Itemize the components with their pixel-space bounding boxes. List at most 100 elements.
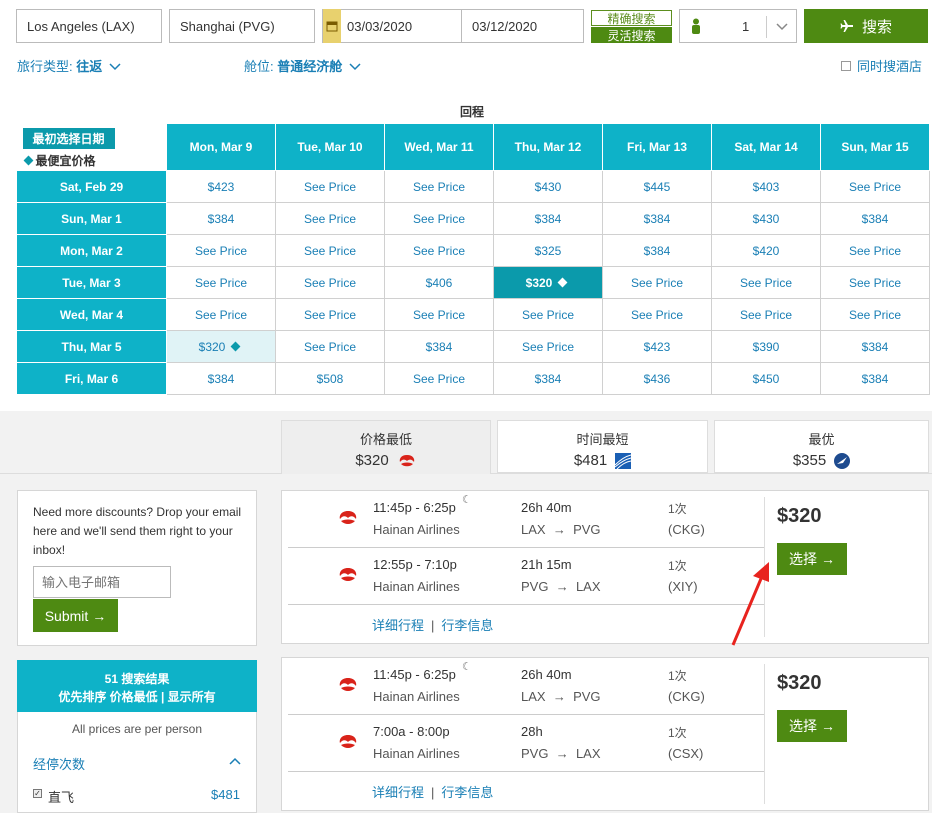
- matrix-price-cell[interactable]: $384: [166, 362, 276, 395]
- matrix-price-cell[interactable]: $403: [711, 170, 821, 203]
- return-date-input[interactable]: 03/12/2020: [462, 9, 584, 43]
- matrix-price-cell[interactable]: See Price: [384, 298, 494, 331]
- itinerary-details-link[interactable]: 详细行程: [372, 618, 424, 633]
- matrix-price-cell[interactable]: $384: [820, 362, 930, 395]
- destination-input[interactable]: Shanghai (PVG): [169, 9, 315, 43]
- matrix-price-cell[interactable]: See Price: [275, 266, 385, 299]
- matrix-price-cell[interactable]: $320: [166, 330, 276, 363]
- matrix-price-cell[interactable]: $384: [820, 202, 930, 235]
- results-sort-info[interactable]: 优先排序 价格最低 | 显示所有: [17, 688, 257, 706]
- matrix-price-cell[interactable]: $423: [166, 170, 276, 203]
- matrix-price-cell[interactable]: $420: [711, 234, 821, 267]
- trip-type-dropdown[interactable]: 旅行类型: 往返: [17, 56, 121, 75]
- matrix-price-cell[interactable]: $384: [493, 202, 603, 235]
- itinerary-details-link[interactable]: 详细行程: [372, 785, 424, 800]
- sort-tab-best[interactable]: 最优 $355: [714, 420, 929, 473]
- matrix-price-cell[interactable]: $430: [711, 202, 821, 235]
- flight-route: PVG → LAX: [521, 579, 601, 594]
- matrix-price-cell[interactable]: See Price: [275, 170, 385, 203]
- matrix-price-text: See Price: [303, 275, 357, 290]
- nonstop-checkbox[interactable]: ✓: [33, 789, 42, 798]
- matrix-price-cell[interactable]: See Price: [820, 234, 930, 267]
- cabin-dropdown[interactable]: 舱位: 普通经济舱: [244, 56, 361, 75]
- matrix-price-cell[interactable]: $384: [602, 234, 712, 267]
- matrix-price-cell[interactable]: See Price: [275, 298, 385, 331]
- flexible-search-button[interactable]: 灵活搜索: [591, 27, 672, 43]
- submit-label: Submit: [44, 607, 89, 624]
- sort-tab-title: 价格最低: [359, 432, 412, 447]
- matrix-price-text: See Price: [630, 307, 684, 322]
- matrix-price-text: See Price: [303, 211, 357, 226]
- filter-panel: All prices are per person 经停次数 ✓ 直飞 $481: [17, 712, 257, 813]
- matrix-price-cell[interactable]: See Price: [711, 266, 821, 299]
- passenger-select[interactable]: 1: [679, 9, 797, 43]
- hotel-checkbox-row[interactable]: 同时搜酒店: [841, 56, 922, 75]
- arrow-right-icon: →: [821, 551, 835, 567]
- matrix-price-cell[interactable]: See Price: [384, 202, 494, 235]
- submit-button[interactable]: Submit →: [33, 599, 118, 632]
- matrix-price-cell[interactable]: See Price: [602, 298, 712, 331]
- stop-count: 1次: [668, 559, 687, 573]
- matrix-price-cell[interactable]: See Price: [275, 234, 385, 267]
- matrix-price-cell[interactable]: $384: [820, 330, 930, 363]
- matrix-price-text: See Price: [848, 243, 902, 258]
- matrix-price-cell[interactable]: See Price: [166, 266, 276, 299]
- exact-search-button[interactable]: 精确搜索: [591, 10, 672, 26]
- matrix-price-cell[interactable]: $384: [602, 202, 712, 235]
- matrix-price-cell[interactable]: $450: [711, 362, 821, 395]
- matrix-price-cell[interactable]: $445: [602, 170, 712, 203]
- matrix-price-cell[interactable]: See Price: [820, 266, 930, 299]
- depart-date-input[interactable]: 03/03/2020: [322, 9, 462, 43]
- results-count: 51 搜索结果: [104, 672, 170, 686]
- matrix-price-cell[interactable]: See Price: [166, 298, 276, 331]
- select-flight-button[interactable]: 选择 →: [777, 710, 847, 742]
- sort-tab-cheapest[interactable]: 价格最低 $320: [281, 420, 491, 474]
- baggage-info-link[interactable]: 行李信息: [441, 785, 493, 800]
- matrix-price-cell[interactable]: $384: [166, 202, 276, 235]
- matrix-price-cell[interactable]: See Price: [602, 266, 712, 299]
- matrix-price-cell[interactable]: $406: [384, 266, 494, 299]
- matrix-price-cell[interactable]: See Price: [820, 170, 930, 203]
- chevron-up-icon[interactable]: [229, 757, 241, 765]
- sort-tab-fastest[interactable]: 时间最短 $481: [497, 420, 708, 473]
- matrix-price-text: See Price: [739, 275, 793, 290]
- baggage-info-link[interactable]: 行李信息: [441, 618, 493, 633]
- matrix-price-cell[interactable]: $325: [493, 234, 603, 267]
- matrix-price-cell[interactable]: $390: [711, 330, 821, 363]
- sort-tab-title: 最优: [808, 432, 835, 447]
- select-flight-button[interactable]: 选择 →: [777, 543, 847, 575]
- matrix-price-text: See Price: [412, 307, 466, 322]
- stop-airport: (CSX): [668, 746, 704, 761]
- matrix-price-cell[interactable]: See Price: [275, 330, 385, 363]
- matrix-price-cell[interactable]: $423: [602, 330, 712, 363]
- matrix-price-cell[interactable]: See Price: [493, 298, 603, 331]
- legend-selected-date: 最初选择日期: [22, 127, 115, 149]
- matrix-price-cell[interactable]: $436: [602, 362, 712, 395]
- flight-leg: 11:45p - 6:25p ☾ Hainan Airlines 26h 40m LAX…: [282, 491, 758, 548]
- matrix-price-text: See Price: [303, 339, 357, 354]
- matrix-price-cell[interactable]: See Price: [275, 202, 385, 235]
- email-input[interactable]: [33, 566, 171, 598]
- hotel-checkbox[interactable]: [841, 60, 851, 71]
- matrix-price-cell[interactable]: See Price: [166, 234, 276, 267]
- person-icon: [690, 18, 702, 34]
- matrix-price-cell[interactable]: See Price: [384, 362, 494, 395]
- moon-icon: ☾: [462, 494, 472, 506]
- matrix-price-text: See Price: [521, 307, 575, 322]
- matrix-price-cell[interactable]: $508: [275, 362, 385, 395]
- matrix-price-cell[interactable]: See Price: [384, 170, 494, 203]
- matrix-price-cell[interactable]: See Price: [384, 234, 494, 267]
- stops-filter-title[interactable]: 经停次数: [33, 754, 85, 773]
- search-button[interactable]: 搜索: [804, 9, 928, 43]
- matrix-price-cell[interactable]: $384: [493, 362, 603, 395]
- matrix-price-cell[interactable]: $384: [384, 330, 494, 363]
- matrix-price-cell[interactable]: See Price: [820, 298, 930, 331]
- matrix-price-cell[interactable]: $320: [493, 266, 603, 299]
- matrix-price-text: $423: [643, 339, 671, 354]
- matrix-price-cell[interactable]: $430: [493, 170, 603, 203]
- origin-input[interactable]: Los Angeles (LAX): [16, 9, 162, 43]
- matrix-price-cell[interactable]: See Price: [711, 298, 821, 331]
- matrix-price-text: See Price: [521, 339, 575, 354]
- chevron-down-icon: [776, 20, 788, 35]
- matrix-price-cell[interactable]: See Price: [493, 330, 603, 363]
